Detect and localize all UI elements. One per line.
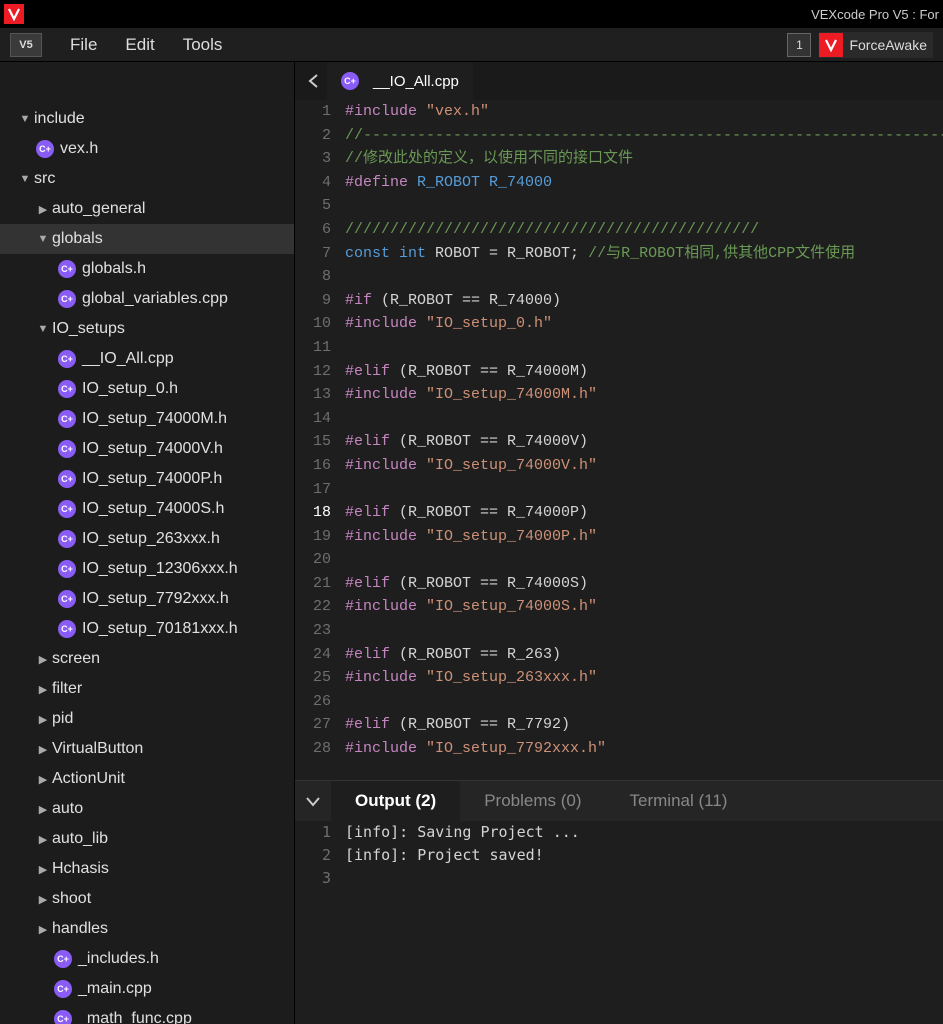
cpp-icon: C+ [54, 980, 72, 998]
cpp-icon: C+ [341, 72, 359, 90]
code-editor[interactable]: 1#include "vex.h" 2//-------------------… [295, 100, 943, 780]
project-logo-icon [819, 33, 843, 57]
tab-filename: __IO_All.cpp [373, 73, 459, 90]
cpp-icon: C+ [58, 590, 76, 608]
tree-folder-pid[interactable]: pid [0, 704, 294, 734]
editor-tabbar: C+ __IO_All.cpp [295, 62, 943, 100]
cpp-icon: C+ [58, 260, 76, 278]
panel-tab-terminal[interactable]: Terminal (11) [606, 781, 752, 821]
menu-file[interactable]: File [56, 29, 111, 61]
tree-folder-auto-lib[interactable]: auto_lib [0, 824, 294, 854]
tree-file-io-all[interactable]: C+__IO_All.cpp [0, 344, 294, 374]
cpp-icon: C+ [58, 470, 76, 488]
window-title: VEXcode Pro V5 : For [811, 7, 939, 22]
tree-folder-globals[interactable]: globals [0, 224, 294, 254]
cpp-icon: C+ [54, 1010, 72, 1024]
tree-folder-virtualbutton[interactable]: VirtualButton [0, 734, 294, 764]
tree-file-io-0[interactable]: C+IO_setup_0.h [0, 374, 294, 404]
tree-file-io-74000s[interactable]: C+IO_setup_74000S.h [0, 494, 294, 524]
tree-file-includes-h[interactable]: C+_includes.h [0, 944, 294, 974]
menubar: V5 File Edit Tools 1 ForceAwake [0, 28, 943, 62]
cpp-icon: C+ [58, 560, 76, 578]
tree-folder-filter[interactable]: filter [0, 674, 294, 704]
cpp-icon: C+ [58, 440, 76, 458]
project-name-label: ForceAwake [849, 37, 927, 53]
platform-icon[interactable]: V5 [10, 33, 42, 57]
menu-tools[interactable]: Tools [169, 29, 237, 61]
tree-folder-handles[interactable]: handles [0, 914, 294, 944]
project-selector[interactable]: ForceAwake [819, 32, 933, 58]
tree-folder-auto-general[interactable]: auto_general [0, 194, 294, 224]
tree-file-global-variables[interactable]: C+global_variables.cpp [0, 284, 294, 314]
output-console[interactable]: 1[info]: Saving Project ... 2[info]: Pro… [295, 821, 943, 1024]
tree-folder-screen[interactable]: screen [0, 644, 294, 674]
cpp-icon: C+ [58, 350, 76, 368]
cpp-icon: C+ [58, 530, 76, 548]
cpp-icon: C+ [54, 950, 72, 968]
file-explorer[interactable]: include C+vex.h src auto_general globals… [0, 62, 295, 1024]
cpp-icon: C+ [58, 290, 76, 308]
tree-file-io-7792[interactable]: C+IO_setup_7792xxx.h [0, 584, 294, 614]
tree-file-io-263[interactable]: C+IO_setup_263xxx.h [0, 524, 294, 554]
cpp-icon: C+ [36, 140, 54, 158]
open-files-count[interactable]: 1 [787, 33, 811, 57]
bottom-panel: Output (2) Problems (0) Terminal (11) 1[… [295, 780, 943, 1024]
cpp-icon: C+ [58, 620, 76, 638]
tree-file-io-74000v[interactable]: C+IO_setup_74000V.h [0, 434, 294, 464]
cpp-icon: C+ [58, 500, 76, 518]
active-line-gutter: 18 [295, 501, 345, 525]
tree-folder-src[interactable]: src [0, 164, 294, 194]
editor-tab[interactable]: C+ __IO_All.cpp [327, 62, 473, 100]
panel-tab-output[interactable]: Output (2) [331, 781, 460, 821]
cpp-icon: C+ [58, 410, 76, 428]
tree-file-io-70181[interactable]: C+IO_setup_70181xxx.h [0, 614, 294, 644]
tree-folder-shoot[interactable]: shoot [0, 884, 294, 914]
tree-file-io-12306[interactable]: C+IO_setup_12306xxx.h [0, 554, 294, 584]
tree-folder-include[interactable]: include [0, 104, 294, 134]
tree-file-vex-h[interactable]: C+vex.h [0, 134, 294, 164]
cpp-icon: C+ [58, 380, 76, 398]
panel-tab-problems[interactable]: Problems (0) [460, 781, 605, 821]
tree-folder-hchasis[interactable]: Hchasis [0, 854, 294, 884]
app-logo-icon [4, 4, 24, 24]
tree-file-io-74000p[interactable]: C+IO_setup_74000P.h [0, 464, 294, 494]
back-button[interactable] [301, 74, 327, 88]
tree-folder-actionunit[interactable]: ActionUnit [0, 764, 294, 794]
tree-file-main-cpp[interactable]: C+_main.cpp [0, 974, 294, 1004]
tree-file-io-74000m[interactable]: C+IO_setup_74000M.h [0, 404, 294, 434]
tree-file-globals-h[interactable]: C+globals.h [0, 254, 294, 284]
panel-collapse-button[interactable] [295, 793, 331, 809]
tree-file-math-func[interactable]: C+_math_func.cpp [0, 1004, 294, 1024]
tree-folder-io-setups[interactable]: IO_setups [0, 314, 294, 344]
menu-edit[interactable]: Edit [111, 29, 168, 61]
tree-folder-auto[interactable]: auto [0, 794, 294, 824]
titlebar: VEXcode Pro V5 : For [0, 0, 943, 28]
